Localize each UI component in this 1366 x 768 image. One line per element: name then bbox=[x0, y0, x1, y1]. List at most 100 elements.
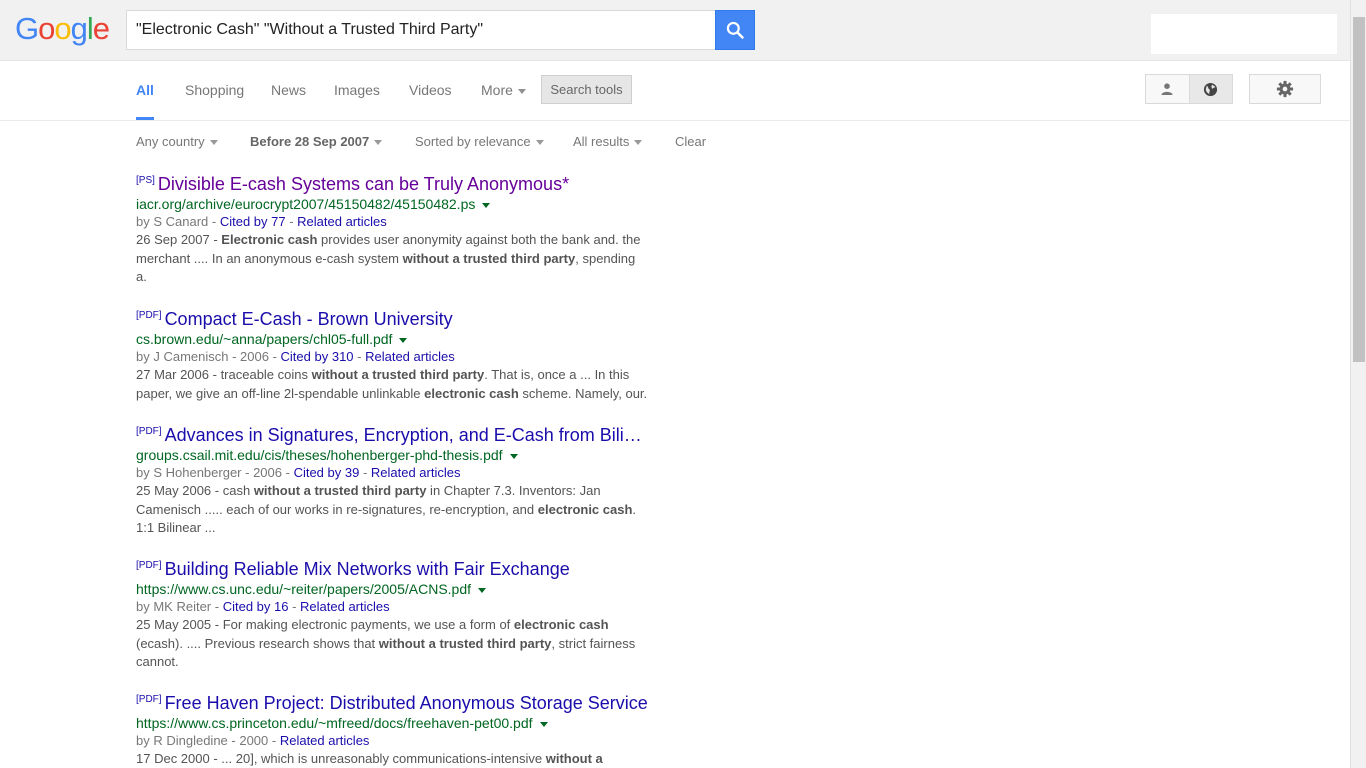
result-filetype: [PDF] bbox=[136, 560, 162, 571]
tab-more[interactable]: More bbox=[481, 61, 526, 119]
related-articles-link[interactable]: Related articles bbox=[300, 599, 390, 614]
result-title: Compact E-Cash - Brown University bbox=[164, 309, 453, 329]
result-snippet: 26 Sep 2007 - Electronic cash provides u… bbox=[136, 232, 641, 284]
related-articles-link[interactable]: Related articles bbox=[365, 349, 455, 364]
snippet-bold: without a trusted third party bbox=[253, 483, 427, 498]
cited-by-link[interactable]: Cited by 39 bbox=[294, 465, 360, 480]
snippet-bold: without a bbox=[545, 751, 603, 766]
snippet-text: (ecash). .... Previous research shows th… bbox=[136, 635, 379, 651]
chevron-down-icon bbox=[634, 140, 643, 146]
tab-images[interactable]: Images bbox=[334, 61, 380, 119]
snippet-bold: electronic cash bbox=[537, 501, 633, 517]
result-url-text: cs.brown.edu/~anna/papers/chl05-full.pdf bbox=[136, 331, 393, 347]
result-meta: by MK Reiter - Cited by 16 - Related art… bbox=[136, 599, 390, 614]
filter-country[interactable]: Any country bbox=[136, 133, 218, 151]
result-title-link[interactable]: [PDF] Free Haven Project: Distributed Ano… bbox=[136, 692, 648, 714]
search-result: [PS] Divisible E-cash Systems can be Trul… bbox=[136, 173, 648, 287]
filter-date[interactable]: Before 28 Sep 2007 bbox=[250, 133, 383, 151]
url-dropdown-icon[interactable] bbox=[478, 587, 487, 593]
result-title-link[interactable]: [PDF] Compact E-Cash - Brown University bbox=[136, 308, 648, 330]
result-url-text: groups.csail.mit.edu/cis/theses/hohenber… bbox=[136, 447, 503, 463]
result-filetype: [PDF] bbox=[136, 426, 162, 437]
url-dropdown-icon[interactable] bbox=[399, 337, 408, 343]
chevron-down-icon bbox=[209, 140, 218, 146]
tab-all[interactable]: All bbox=[136, 61, 154, 120]
result-title: Building Reliable Mix Networks with Fair… bbox=[164, 559, 570, 579]
snippet-text: scheme. Namely, our. bbox=[518, 385, 648, 401]
snippet-bold: Electronic cash bbox=[221, 232, 318, 247]
result-snippet: 25 May 2006 - cash without a trusted thi… bbox=[136, 483, 637, 535]
filter-sort[interactable]: Sorted by relevance bbox=[415, 133, 544, 151]
global-results-button[interactable] bbox=[1188, 75, 1232, 103]
chevron-down-icon bbox=[517, 88, 526, 94]
scrollbar-thumb[interactable] bbox=[1353, 17, 1365, 362]
settings-button[interactable] bbox=[1249, 74, 1321, 104]
result-year: 2006 bbox=[253, 465, 282, 480]
result-title-link[interactable]: [PS] Divisible E-cash Systems can be Trul… bbox=[136, 173, 648, 195]
search-icon bbox=[726, 21, 744, 39]
chevron-down-icon bbox=[535, 140, 544, 146]
filter-clear[interactable]: Clear bbox=[675, 133, 706, 151]
result-url: cs.brown.edu/~anna/papers/chl05-full.pdf bbox=[136, 330, 648, 348]
cited-by-link[interactable]: Cited by 16 bbox=[223, 599, 289, 614]
search-button[interactable] bbox=[715, 10, 755, 50]
snippet-date: 17 Dec 2000 bbox=[136, 751, 210, 766]
cited-by-link[interactable]: Cited by 77 bbox=[220, 214, 286, 229]
snippet-date: 25 May 2005 bbox=[136, 617, 212, 632]
url-dropdown-icon[interactable] bbox=[509, 453, 518, 459]
related-articles-link[interactable]: Related articles bbox=[297, 214, 387, 229]
globe-icon bbox=[1204, 82, 1218, 96]
snippet-bold: without a trusted third party bbox=[311, 367, 485, 382]
search-tools-button[interactable]: Search tools bbox=[541, 75, 632, 104]
snippet-text: ... 20], which is unreasonably communica… bbox=[221, 751, 546, 766]
result-snippet: 25 May 2005 - For making electronic paym… bbox=[136, 617, 636, 669]
snippet-bold: electronic cash bbox=[424, 385, 519, 401]
filter-date-label: Before 28 Sep 2007 bbox=[250, 134, 370, 149]
account-area bbox=[1151, 14, 1337, 54]
result-url-text: https://www.cs.princeton.edu/~mfreed/doc… bbox=[136, 715, 533, 731]
view-toggle[interactable] bbox=[1145, 74, 1233, 104]
result-title-link[interactable]: [PDF] Building Reliable Mix Networks with… bbox=[136, 558, 648, 580]
gear-icon bbox=[1276, 80, 1294, 98]
chevron-down-icon bbox=[374, 140, 383, 146]
search-box[interactable] bbox=[126, 10, 716, 50]
filter-results-label: All results bbox=[573, 134, 630, 149]
snippet-bold: without a trusted third party bbox=[402, 250, 576, 266]
result-snippet: 17 Dec 2000 - ... 20], which is unreason… bbox=[136, 751, 603, 766]
search-result: [PDF] Free Haven Project: Distributed Ano… bbox=[136, 692, 648, 768]
url-dropdown-icon[interactable] bbox=[539, 721, 548, 727]
scrollbar[interactable] bbox=[1350, 0, 1366, 768]
snippet-bold: without a trusted third party bbox=[378, 635, 552, 651]
tabs-bar: All Shopping News Images Videos More Sea… bbox=[0, 61, 1350, 121]
result-filetype: [PS] bbox=[136, 175, 155, 186]
related-articles-link[interactable]: Related articles bbox=[280, 733, 370, 748]
result-author: by R Dingledine bbox=[136, 733, 228, 748]
search-input[interactable] bbox=[127, 11, 716, 49]
snippet-text: For making electronic payments, we use a… bbox=[222, 617, 514, 632]
filter-results[interactable]: All results bbox=[573, 133, 643, 151]
filter-sort-label: Sorted by relevance bbox=[415, 134, 531, 149]
related-articles-link[interactable]: Related articles bbox=[371, 465, 461, 480]
result-meta: by J Camenisch - 2006 - Cited by 310 - R… bbox=[136, 349, 455, 364]
personal-results-button[interactable] bbox=[1146, 75, 1189, 103]
result-year: 2000 bbox=[239, 733, 269, 748]
google-logo[interactable]: Google bbox=[15, 12, 110, 46]
cited-by-link[interactable]: Cited by 310 bbox=[281, 349, 354, 364]
result-title-link[interactable]: [PDF] Advances in Signatures, Encryption,… bbox=[136, 424, 648, 446]
snippet-bold: electronic cash bbox=[513, 617, 609, 632]
search-result: [PDF] Compact E-Cash - Brown University c… bbox=[136, 308, 648, 403]
result-meta: by R Dingledine - 2000 - Related article… bbox=[136, 733, 370, 748]
result-url: https://www.cs.unc.edu/~reiter/papers/20… bbox=[136, 580, 648, 598]
result-title: Divisible E-cash Systems can be Truly An… bbox=[157, 174, 570, 194]
top-header: Google bbox=[0, 0, 1350, 61]
result-filetype: [PDF] bbox=[136, 310, 162, 321]
result-title: Free Haven Project: Distributed Anonymou… bbox=[164, 693, 648, 713]
search-result: [PDF] Advances in Signatures, Encryption,… bbox=[136, 424, 648, 538]
result-url-text: iacr.org/archive/eurocrypt2007/45150482/… bbox=[136, 196, 476, 212]
result-author: by S Canard bbox=[136, 214, 209, 229]
tab-shopping[interactable]: Shopping bbox=[185, 61, 244, 119]
url-dropdown-icon[interactable] bbox=[482, 202, 491, 208]
result-author: by S Hohenberger bbox=[136, 465, 242, 480]
tab-videos[interactable]: Videos bbox=[409, 61, 452, 119]
tab-news[interactable]: News bbox=[271, 61, 306, 119]
